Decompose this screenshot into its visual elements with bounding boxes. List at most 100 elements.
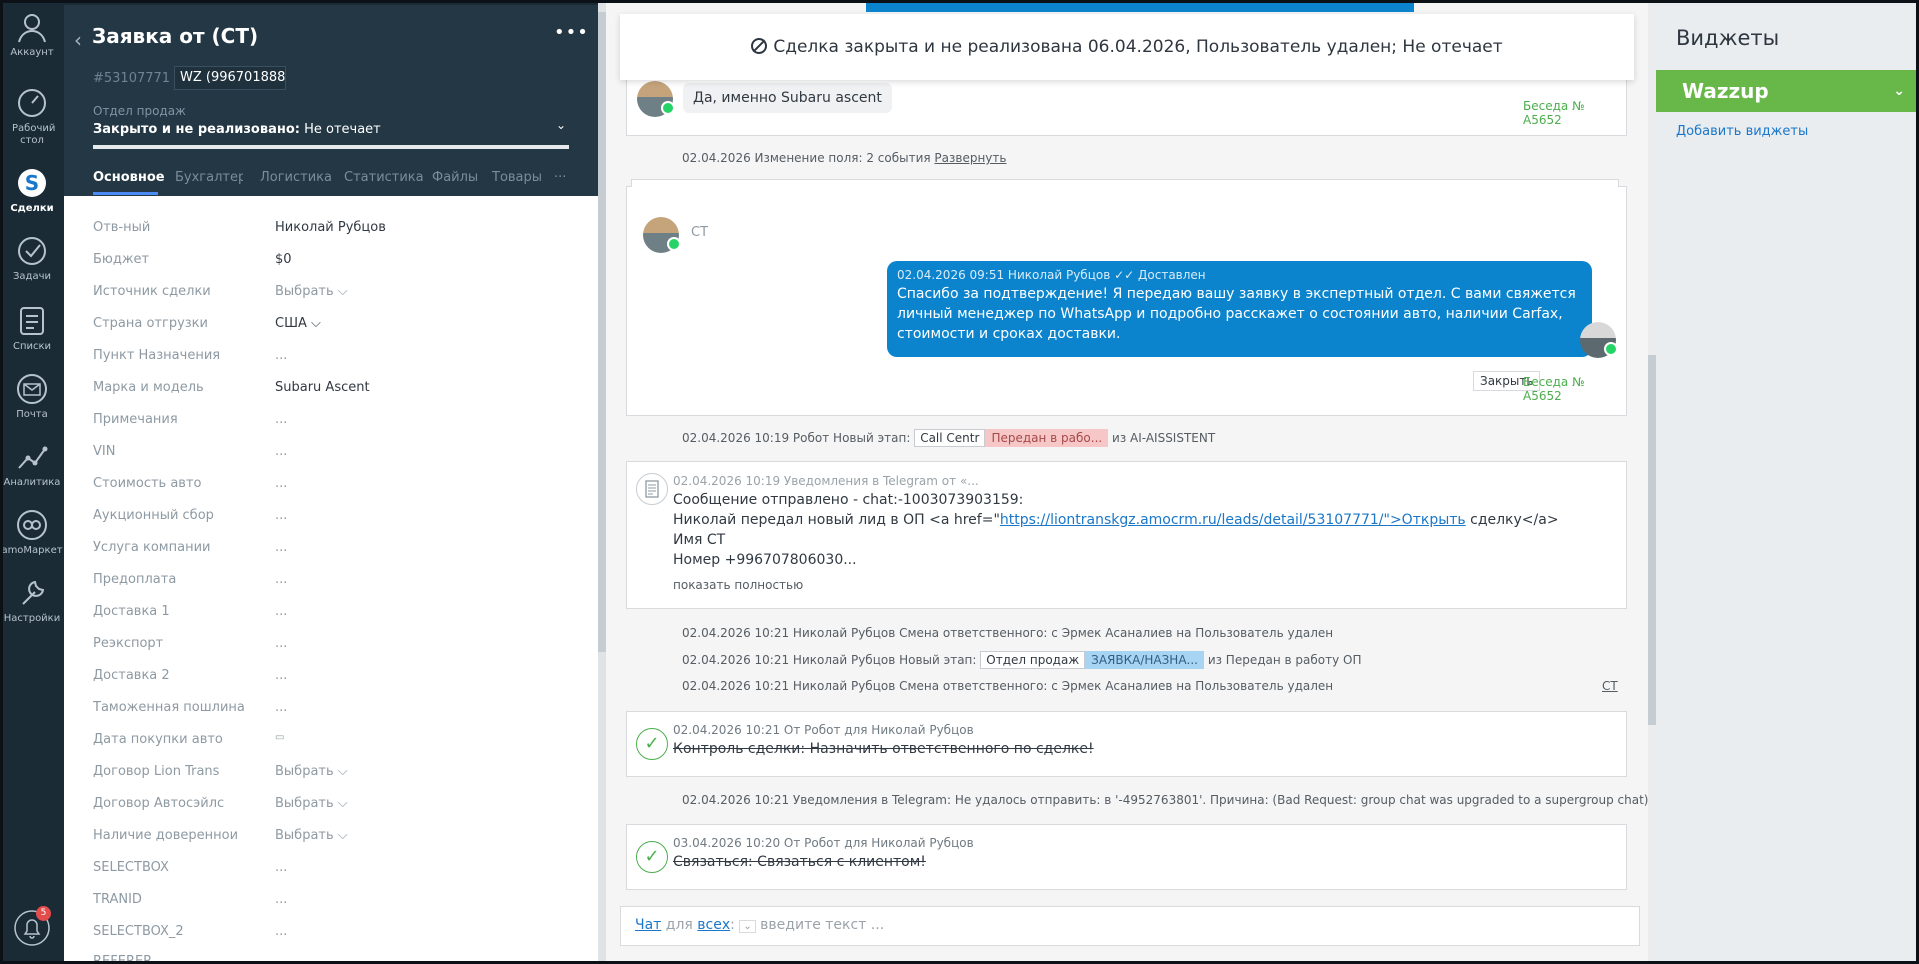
chat-input-placeholder[interactable]: введите текст ...	[756, 917, 884, 933]
deal-panel: ‹ Заявка от (СТ) ••• #53107771 WZ (99670…	[64, 0, 598, 964]
field-value[interactable]: ...	[275, 636, 287, 651]
nav-lists[interactable]: Списки	[0, 304, 64, 353]
note-line-1: Сообщение отправлено - chat:-10030739031…	[673, 492, 1024, 508]
more-menu-icon[interactable]: •••	[554, 22, 589, 43]
field-value[interactable]: Выбрать ⌵	[275, 764, 348, 779]
field-reexport: Реэкспорт...	[93, 636, 573, 656]
check-icon[interactable]: ✓	[636, 841, 668, 873]
deal-tag[interactable]: WZ (9967018882	[174, 66, 286, 90]
recipients-link[interactable]: всех	[697, 917, 730, 933]
contact-link[interactable]: СТ	[1602, 679, 1618, 693]
feed-scrollbar[interactable]	[1648, 0, 1656, 964]
expand-link[interactable]: Развернуть	[934, 151, 1006, 165]
tab-files[interactable]: Файлы	[432, 170, 478, 185]
field-value[interactable]: ...	[275, 444, 287, 459]
scrollbar-thumb[interactable]	[598, 12, 606, 652]
field-value[interactable]: ...	[275, 668, 287, 683]
nav-tasks[interactable]: Задачи	[0, 234, 64, 283]
chevron-down-icon[interactable]: ⌄	[739, 920, 756, 933]
field-value[interactable]: ...	[275, 476, 287, 491]
field-label: REFERER	[93, 954, 153, 964]
deal-scrollbar[interactable]	[598, 0, 606, 964]
stage-chip: ЗАЯВКА/НАЗНА...	[1085, 651, 1204, 669]
tab-logistics[interactable]: Логистика	[260, 170, 332, 185]
field-value[interactable]: ...	[275, 540, 287, 555]
wazzup-widget[interactable]: Wazzup ⌄	[1656, 70, 1919, 112]
field-value[interactable]: ...	[275, 860, 287, 875]
tab-more[interactable]: ···	[554, 170, 566, 185]
nav-account[interactable]: Аккаунт	[0, 10, 64, 59]
nav-market[interactable]: amoМаркет	[0, 508, 64, 557]
telegram-error-note: 02.04.2026 10:21 Уведомления в Telegram:…	[682, 793, 1649, 807]
nav-analytics-label: Аналитика	[3, 477, 61, 488]
field-label: Аукционный сбор	[93, 508, 214, 523]
field-referer: REFERER	[93, 954, 573, 964]
deal-status[interactable]: Закрыто и не реализовано: Не отечает	[93, 122, 381, 137]
nav-dashboard[interactable]: Рабочий стол	[0, 86, 64, 147]
status-label: Закрыто и не реализовано:	[93, 122, 300, 137]
nav-deals[interactable]: S Сделки	[0, 166, 64, 215]
back-arrow-icon[interactable]: ‹	[74, 28, 82, 52]
field-value[interactable]: Выбрать ⌵	[275, 796, 348, 811]
tab-statistics[interactable]: Статистика	[344, 170, 424, 185]
field-value[interactable]: $0	[275, 252, 292, 267]
talk-link[interactable]: Беседа № A5652	[1523, 99, 1626, 127]
field-label: Дата покупки авто	[93, 732, 223, 747]
field-value[interactable]: Выбрать ⌵	[275, 828, 348, 843]
scrollbar-thumb[interactable]	[1648, 355, 1656, 725]
chat-input-bar[interactable]: Чат для всех: ⌄ введите текст ...	[620, 906, 1640, 946]
talk-link[interactable]: Беседа № A5652	[1523, 375, 1626, 403]
calendar-icon[interactable]: ▭	[275, 732, 284, 743]
field-value[interactable]: США ⌵	[275, 316, 321, 331]
chevron-down-icon[interactable]: ⌄	[1893, 70, 1905, 112]
field-value[interactable]: ...	[275, 348, 287, 363]
nav-settings-label: Настройки	[3, 613, 61, 624]
field-prepayment: Предоплата...	[93, 572, 573, 592]
field-value[interactable]: ...	[275, 604, 287, 619]
tab-main[interactable]: Основное	[93, 170, 165, 185]
chat-mode-link[interactable]: Чат	[635, 917, 661, 933]
document-icon	[636, 473, 668, 505]
tab-accounting[interactable]: Бухгалтер	[175, 170, 243, 185]
notifications-badge: 5	[36, 906, 51, 921]
nav-mail[interactable]: Почта	[0, 372, 64, 421]
chevron-down-icon[interactable]: ⌄	[556, 118, 566, 132]
field-value[interactable]: ...	[275, 700, 287, 715]
tab-goods[interactable]: Товары	[492, 170, 542, 185]
add-widgets-link[interactable]: Добавить виджеты	[1676, 124, 1808, 139]
stage-change-text: 02.04.2026 10:21 Николай Рубцов Новый эт…	[682, 653, 981, 667]
robot-stage-note: 02.04.2026 10:19 Робот Новый этап: Call …	[682, 429, 1215, 447]
message-text: Спасибо за подтверждение! Я передаю вашу…	[897, 286, 1576, 342]
field-model: Марка и модель Subaru Ascent	[93, 380, 573, 400]
field-value[interactable]: Николай Рубцов	[275, 220, 386, 235]
field-car-price: Стоимость авто...	[93, 476, 573, 496]
show-more-link[interactable]: показать полностью	[673, 578, 803, 592]
field-change-note: 02.04.2026 Изменение поля: 2 события Раз…	[682, 151, 1006, 165]
status-reason: Не отечает	[299, 122, 381, 137]
field-value[interactable]: ...	[275, 924, 287, 939]
field-label: Услуга компании	[93, 540, 211, 555]
field-value[interactable]: ...	[275, 508, 287, 523]
deal-link[interactable]: https://liontranskgz.amocrm.ru/leads/det…	[1000, 512, 1466, 528]
field-value[interactable]: ...	[275, 572, 287, 587]
field-label: Доставка 2	[93, 668, 170, 683]
field-selectbox: SELECTBOX...	[93, 860, 573, 880]
pipeline-chip: Call Centr	[914, 429, 986, 447]
message-meta: 02.04.2026 09:51 Николай Рубцов ✓✓ Доста…	[897, 268, 1206, 282]
main-nav: Аккаунт Рабочий стол S Сделки Задачи Спи…	[0, 0, 64, 964]
field-contract-autosales: Договор Автосэйлс Выбрать ⌵	[93, 796, 573, 816]
deal-tabs: Основное Бухгалтер Логистика Статистика …	[93, 170, 573, 195]
nav-settings[interactable]: Настройки	[0, 576, 64, 625]
field-value[interactable]: Выбрать ⌵	[275, 284, 348, 299]
deal-title[interactable]: Заявка от (СТ)	[92, 24, 258, 48]
responsible-change-2: 02.04.2026 10:21 Николай Рубцов Смена от…	[682, 679, 1334, 693]
field-value[interactable]: ...	[275, 892, 287, 907]
check-icon[interactable]: ✓	[636, 728, 668, 760]
field-selectbox-2: SELECTBOX_2...	[93, 924, 573, 944]
field-value[interactable]: ...	[275, 412, 287, 427]
nav-dashboard-label: Рабочий стол	[12, 123, 56, 146]
field-change-text: 02.04.2026 Изменение поля: 2 события	[682, 151, 935, 165]
field-value[interactable]: Subaru Ascent	[275, 380, 370, 395]
market-icon	[17, 510, 47, 540]
nav-analytics[interactable]: Аналитика	[0, 440, 64, 489]
